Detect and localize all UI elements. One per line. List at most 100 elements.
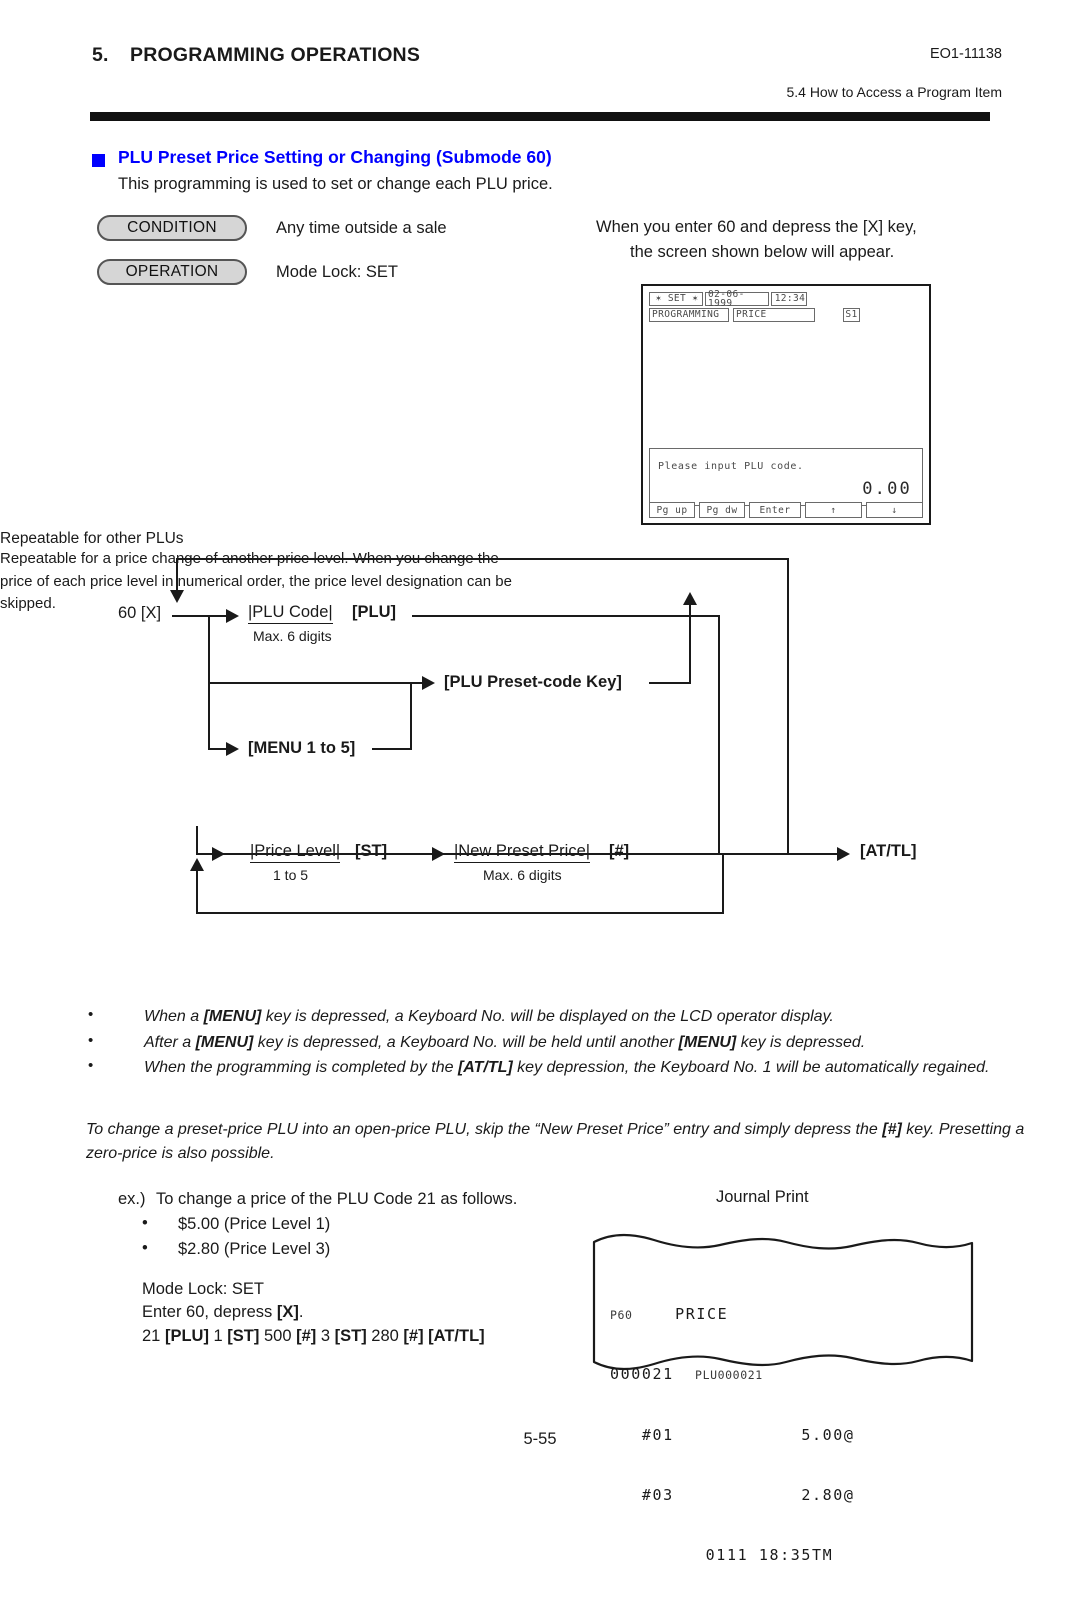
bullet-icon: • <box>142 1214 148 1232</box>
bullet-icon: • <box>142 1239 148 1257</box>
flow-line-to-attl <box>643 853 839 855</box>
flow-start-label: 60 [X] <box>118 604 162 622</box>
condition-value: Any time outside a sale <box>276 219 447 237</box>
example-mode-lock: Mode Lock: SET <box>142 1280 264 1298</box>
flow-line-menu-out <box>372 748 412 750</box>
lcd-message-panel: Please input PLU code. 0.00 <box>649 448 923 506</box>
flow-new-price-sub: Max. 6 digits <box>483 867 562 883</box>
page-title: 5. PROGRAMMING OPERATIONS <box>92 44 420 67</box>
flow-line-to-menu <box>208 682 210 750</box>
lcd-button-page-up[interactable]: Pg up <box>649 502 695 518</box>
flow-menu-key: [MENU 1 to 5] <box>248 739 356 757</box>
lcd-button-enter[interactable]: Enter <box>749 502 801 518</box>
flow-plu-code-entry: |PLU Code| <box>248 603 333 624</box>
example-enter-line: Enter 60, depress [X]. <box>142 1303 304 1322</box>
lcd-button-arrow-down[interactable]: ↓ <box>866 502 923 518</box>
lcd-button-arrow-up[interactable]: ↑ <box>805 502 862 518</box>
flow-line-right-drop <box>718 615 720 855</box>
flow-price-level-entry: |Price Level| <box>250 842 341 863</box>
journal-line: 0111 18:35TM <box>610 1546 834 1565</box>
flow-line-presetkey-up <box>689 605 691 683</box>
flow-arrow-to-attl <box>837 847 850 861</box>
flow-arrow-to-plu <box>226 609 239 623</box>
flow-st-key: [ST] <box>355 842 388 860</box>
flow-new-price-entry: |New Preset Price| <box>454 842 591 863</box>
flow-preset-code-key: [PLU Preset-code Key] <box>444 673 622 691</box>
lcd-amount-display: 0.00 <box>862 479 912 499</box>
note-text: After a [MENU] key is depressed, a Keybo… <box>144 1033 866 1051</box>
flow-arrow-to-menu <box>226 742 239 756</box>
flow-arrow-to-newprice <box>432 847 445 861</box>
bullet-icon: • <box>88 1031 94 1049</box>
example-lead-text: To change a price of the PLU Code 21 as … <box>156 1190 518 1208</box>
operation-value: Mode Lock: SET <box>276 263 398 281</box>
example-key-sequence: 21 [PLU] 1 [ST] 500 [#] 3 [ST] 280 [#] [… <box>142 1326 485 1345</box>
section-description: This programming is used to set or chang… <box>118 175 553 193</box>
document-code: EO1-11138 <box>929 46 1002 62</box>
repeat-plu-label: Repeatable for other PLUs <box>0 530 184 547</box>
flow-line-repeat-left <box>176 558 178 593</box>
example-bullet-text: $5.00 (Price Level 1) <box>178 1215 331 1233</box>
page-header: 5. PROGRAMMING OPERATIONS EO1-11138 5.4 H… <box>0 0 1080 125</box>
journal-print-title: Journal Print <box>716 1188 809 1206</box>
journal-line: 000021 PLU000021 <box>610 1365 763 1384</box>
flow-line-pricerepeat-bottom <box>196 912 724 914</box>
journal-receipt: P60 PRICE 000021 PLU000021 #01 5.00@ #03… <box>592 1228 980 1564</box>
flow-price-level-sub: 1 to 5 <box>273 867 309 883</box>
note-item: • After a [MENU] key is depressed, a Key… <box>86 1032 1026 1055</box>
header-divider <box>90 112 990 121</box>
flow-arrow-to-pricelevel <box>212 847 225 861</box>
flow-plu-code-sub: Max. 6 digits <box>253 628 332 644</box>
flow-attl-key: [AT/TL] <box>860 842 917 860</box>
lcd-button-page-down[interactable]: Pg dw <box>699 502 745 518</box>
lcd-prompt-text: Please input PLU code. <box>658 461 804 472</box>
lcd-date: 02-06-1999 <box>705 289 769 308</box>
flow-line-start <box>172 615 212 617</box>
chapter-title-text: PROGRAMMING OPERATIONS <box>130 44 421 66</box>
flow-line-pricerepeat-left <box>196 870 198 914</box>
example-bullet-text: $2.80 (Price Level 3) <box>178 1240 331 1258</box>
lcd-station-badge: S1 <box>843 308 860 322</box>
flow-arrow-up-merge <box>683 592 697 605</box>
note-text: When a [MENU] key is depressed, a Keyboa… <box>144 1008 834 1025</box>
screen-note-line1: When you enter 60 and depress the [X] ke… <box>596 218 917 236</box>
lcd-screen-mockup: ✶ SET ✶ 02-06-1999 12:34 PROGRAMMING PRI… <box>641 284 931 525</box>
example-steps: Mode Lock: SET Enter 60, depress [X]. 21… <box>142 1278 485 1348</box>
flow-line-to-presetkey <box>208 682 424 684</box>
flow-line-menu-h <box>208 748 228 750</box>
bullet-icon: • <box>88 1057 94 1075</box>
example-bullet-item: • $5.00 (Price Level 1) <box>118 1214 588 1234</box>
example-lead: ex.) To change a price of the PLU Code 21… <box>118 1190 588 1209</box>
flow-line-pricelevel-left <box>196 826 198 855</box>
note-item: • When the programming is completed by t… <box>86 1057 1026 1080</box>
section-reference: 5.4 How to Access a Program Item <box>786 84 1002 100</box>
flow-arrow-down-to-start <box>170 590 184 603</box>
operation-flow-diagram: Repeatable for other PLUs 60 [X] |PLU Co… <box>0 530 1080 1000</box>
example-bullet-item: • $2.80 (Price Level 3) <box>118 1239 588 1259</box>
flow-line-pricerepeat-right <box>722 853 724 914</box>
flow-line-presetkey-out <box>649 682 691 684</box>
journal-line: #03 2.80@ <box>610 1486 855 1505</box>
page-number: 5-55 <box>523 1430 557 1448</box>
flow-plu-key: [PLU] <box>352 603 396 621</box>
notes-list: • When a [MENU] key is depressed, a Keyb… <box>86 1006 1026 1083</box>
condition-badge: CONDITION <box>97 215 247 241</box>
note-item: • When a [MENU] key is depressed, a Keyb… <box>86 1006 1026 1029</box>
note-text: When the programming is completed by the… <box>144 1059 990 1077</box>
journal-line: P60 PRICE <box>610 1305 729 1324</box>
flow-line-to-plu <box>208 615 228 617</box>
lcd-time: 12:34 <box>771 292 807 306</box>
example-block: ex.) To change a price of the PLU Code 21… <box>118 1190 588 1345</box>
bullet-icon: • <box>88 1006 94 1023</box>
flow-line-st-to-price <box>398 853 434 855</box>
flow-line-plu-out <box>412 615 720 617</box>
flow-line-repeat-top <box>176 558 789 560</box>
flow-line-repeat-right <box>787 558 789 854</box>
flow-arrow-up-pricerepeat <box>190 858 204 871</box>
flow-hash-key: [#] <box>609 842 630 860</box>
flow-arrow-to-presetkey <box>422 676 435 690</box>
lcd-item-label: PRICE <box>733 308 815 322</box>
section-heading: PLU Preset Price Setting or Changing (Su… <box>118 147 552 167</box>
flow-line-menu-up <box>410 682 412 750</box>
lcd-softkey-bar: Pg up Pg dw Enter ↑ ↓ <box>649 502 923 518</box>
